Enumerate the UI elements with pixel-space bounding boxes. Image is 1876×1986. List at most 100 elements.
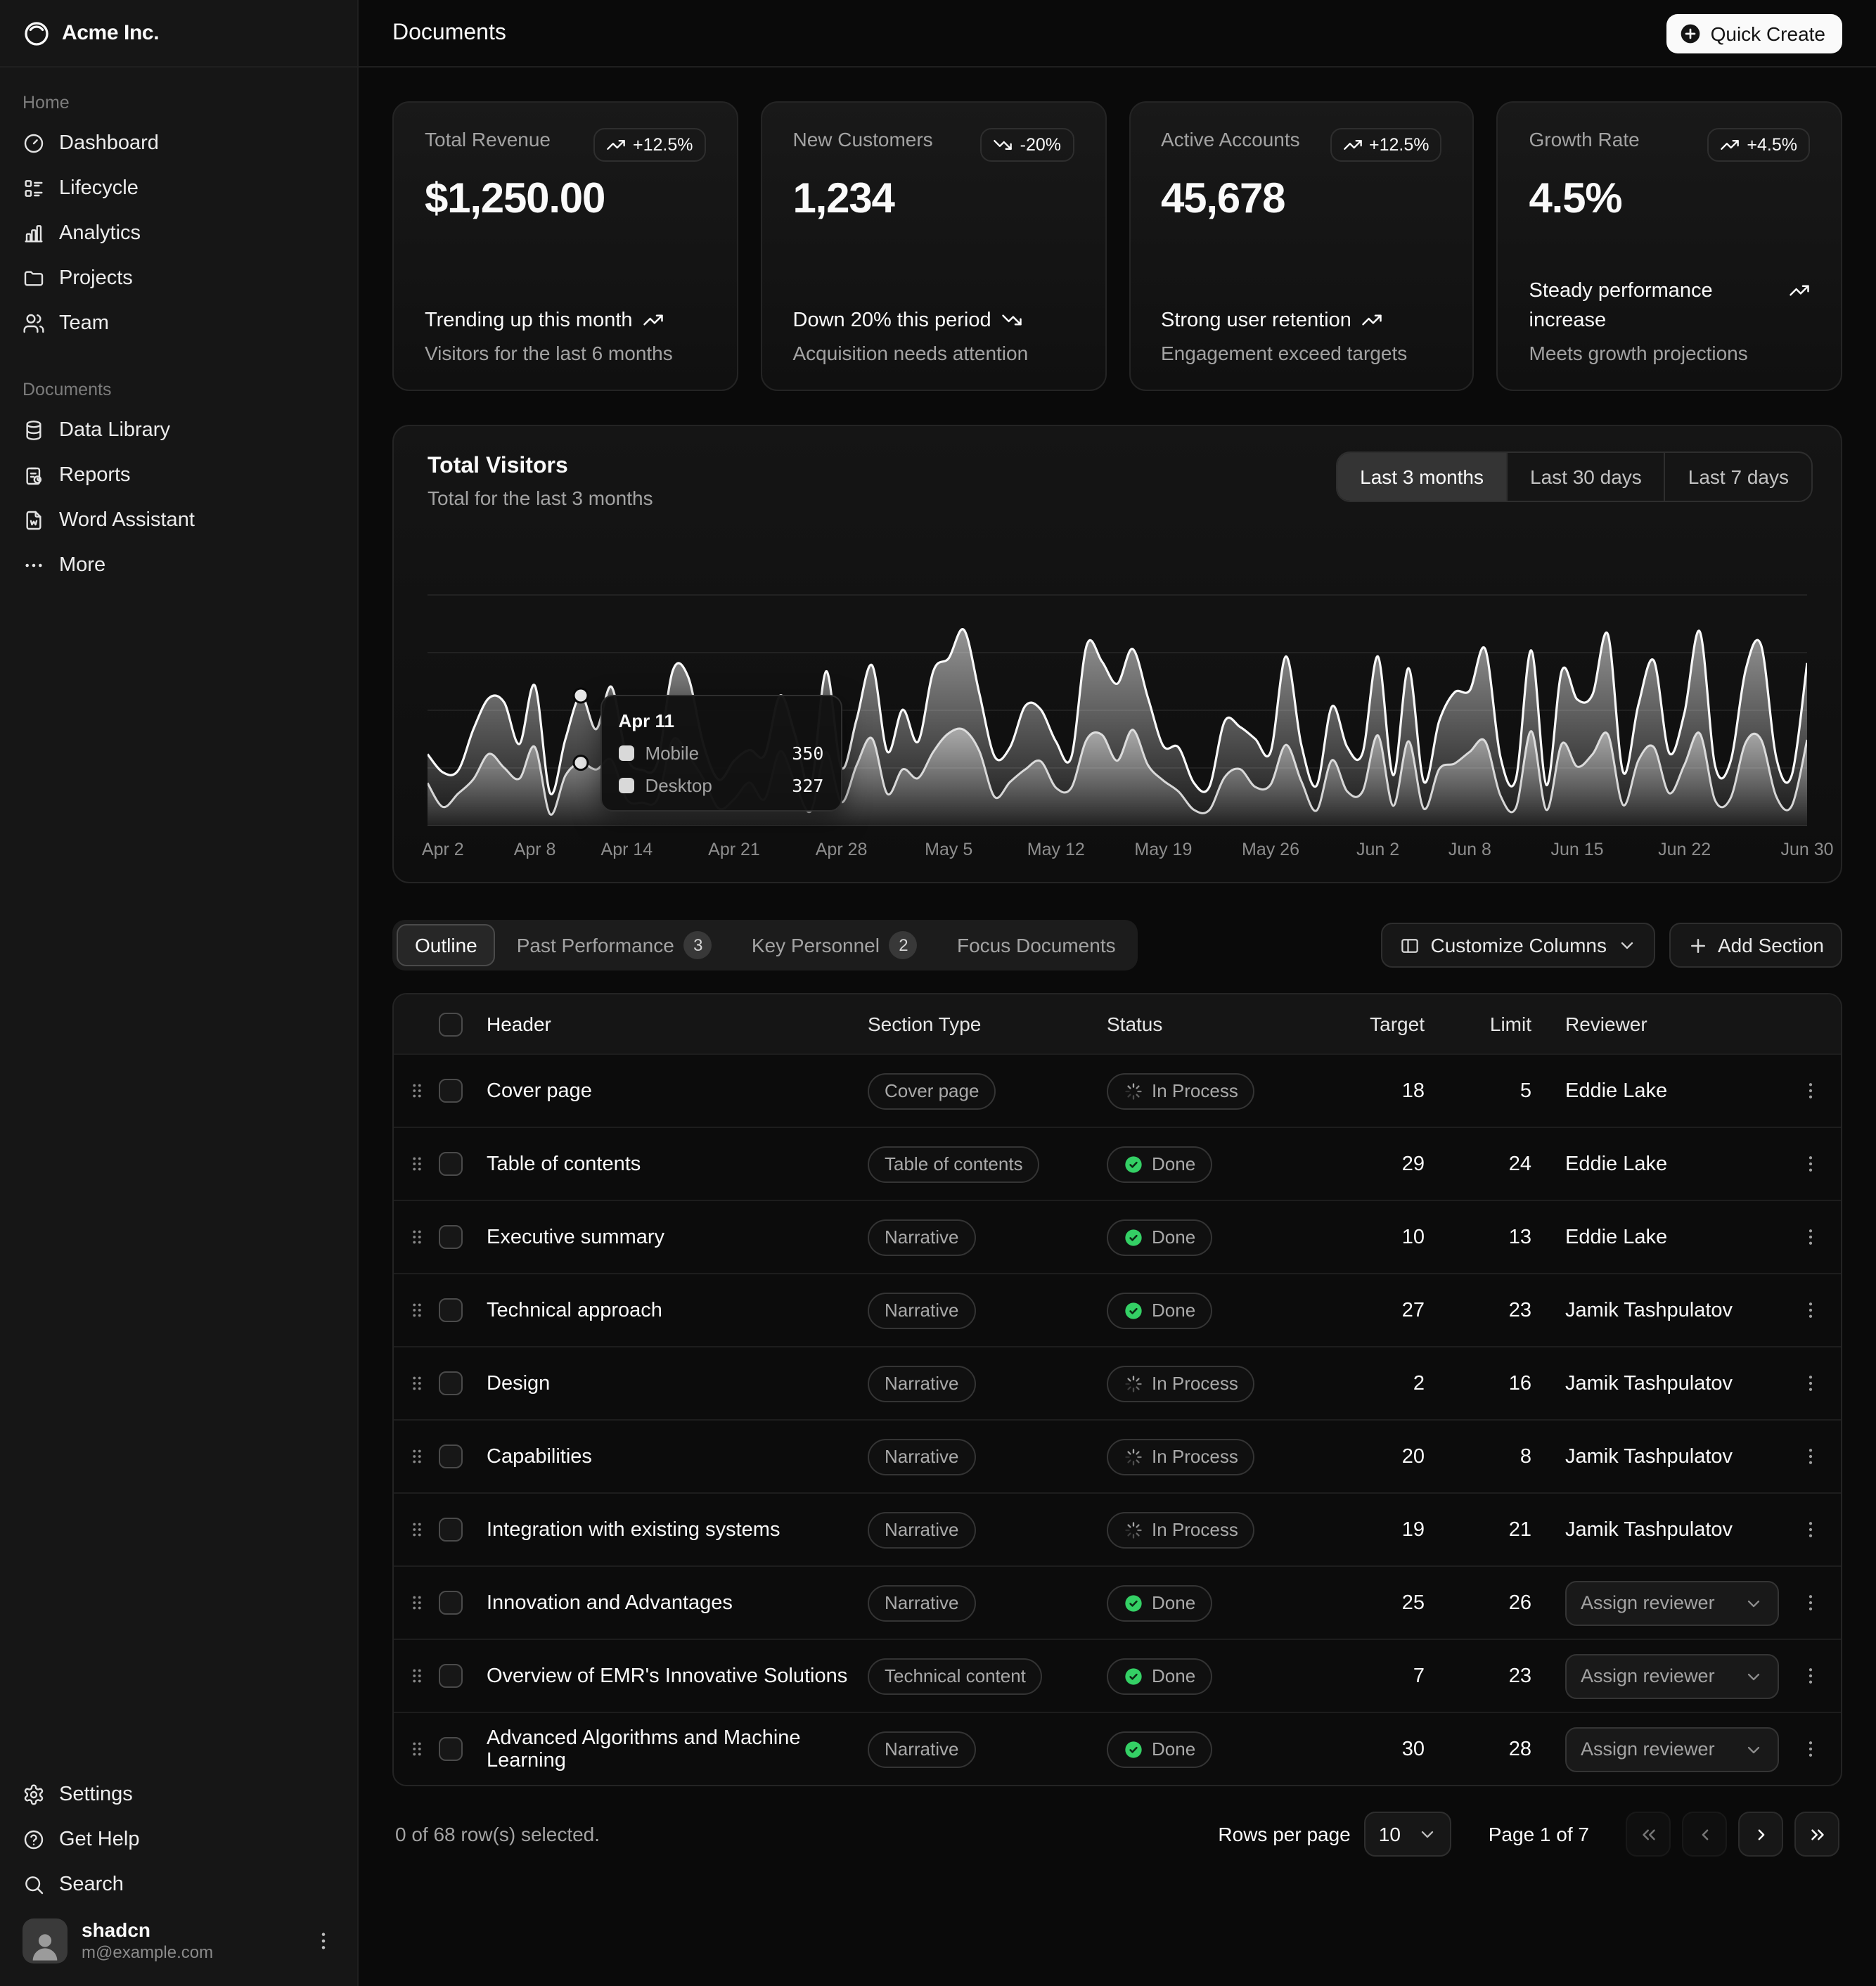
row-limit: 23 (1425, 1299, 1531, 1321)
ellipsis-vertical-icon[interactable] (312, 1930, 335, 1952)
table-row[interactable]: Advanced Algorithms and Machine Learning… (394, 1712, 1841, 1785)
row-actions-button[interactable] (1790, 1729, 1830, 1769)
loader-icon (1124, 1081, 1143, 1101)
user-menu[interactable]: shadcn m@example.com (11, 1907, 346, 1975)
drag-handle-icon[interactable] (394, 1226, 439, 1248)
sidebar-item-lifecycle[interactable]: Lifecycle (11, 166, 346, 211)
assign-reviewer-select[interactable]: Assign reviewer (1565, 1580, 1779, 1625)
table-row[interactable]: Innovation and AdvantagesNarrativeDone25… (394, 1565, 1841, 1639)
table-row[interactable]: Technical approachNarrativeDone2723Jamik… (394, 1273, 1841, 1346)
drag-handle-icon[interactable] (394, 1153, 439, 1174)
sidebar-item-reports[interactable]: Reports (11, 453, 346, 498)
sidebar-item-projects[interactable]: Projects (11, 256, 346, 301)
visitors-chart[interactable]: Apr 11 Mobile350Desktop327 (428, 537, 1807, 826)
previous-page-button[interactable] (1682, 1812, 1727, 1857)
first-page-button[interactable] (1626, 1812, 1671, 1857)
row-actions-button[interactable] (1790, 1583, 1830, 1622)
sidebar-header[interactable]: Acme Inc. (0, 0, 357, 68)
reviewer-name: Eddie Lake (1565, 1226, 1667, 1248)
select-all-checkbox[interactable] (439, 1012, 463, 1036)
assign-reviewer-label: Assign reviewer (1581, 1738, 1715, 1760)
gear-icon (23, 1783, 45, 1805)
row-actions-button[interactable] (1790, 1656, 1830, 1696)
sidebar-item-data-library[interactable]: Data Library (11, 408, 346, 453)
quick-create-button[interactable]: Quick Create (1667, 13, 1842, 53)
sidebar-item-analytics[interactable]: Analytics (11, 211, 346, 256)
table-row[interactable]: Overview of EMR's Innovative SolutionsTe… (394, 1639, 1841, 1712)
status-badge: Done (1107, 1731, 1212, 1767)
assign-reviewer-select[interactable]: Assign reviewer (1565, 1653, 1779, 1698)
table-row[interactable]: DesignNarrativeIn Process216Jamik Tashpu… (394, 1346, 1841, 1419)
x-tick-label: Jun 30 (1780, 840, 1833, 859)
drag-handle-icon[interactable] (394, 1446, 439, 1467)
range-last-7-days[interactable]: Last 7 days (1664, 453, 1811, 501)
drag-handle-icon[interactable] (394, 1738, 439, 1760)
next-page-button[interactable] (1738, 1812, 1783, 1857)
table-row[interactable]: CapabilitiesNarrativeIn Process208Jamik … (394, 1419, 1841, 1492)
drag-handle-icon[interactable] (394, 1373, 439, 1394)
reviewer-name: Jamik Tashpulatov (1565, 1372, 1733, 1395)
row-checkbox[interactable] (439, 1152, 463, 1176)
row-target: 27 (1318, 1299, 1425, 1321)
table-row[interactable]: Cover pageCover pageIn Process185Eddie L… (394, 1053, 1841, 1127)
tab-key-personnel[interactable]: Key Personnel2 (733, 924, 936, 966)
row-actions-button[interactable] (1790, 1437, 1830, 1476)
acme-logo-icon (23, 19, 51, 47)
row-checkbox[interactable] (439, 1444, 463, 1468)
row-checkbox[interactable] (439, 1298, 463, 1322)
row-actions-button[interactable] (1790, 1290, 1830, 1330)
status-badge: Done (1107, 1292, 1212, 1328)
trend-down-icon (1001, 309, 1022, 331)
range-toggle: Last 3 monthsLast 30 daysLast 7 days (1336, 451, 1813, 502)
drag-handle-icon[interactable] (394, 1592, 439, 1613)
customize-columns-button[interactable]: Customize Columns (1381, 923, 1655, 968)
table-row[interactable]: Integration with existing systemsNarrati… (394, 1492, 1841, 1565)
last-page-button[interactable] (1794, 1812, 1839, 1857)
x-tick-label: Apr 8 (514, 840, 556, 859)
sidebar-item-more[interactable]: More (11, 543, 346, 588)
row-checkbox[interactable] (439, 1518, 463, 1542)
row-actions-button[interactable] (1790, 1510, 1830, 1549)
table-row[interactable]: Table of contentsTable of contentsDone29… (394, 1127, 1841, 1200)
row-checkbox[interactable] (439, 1371, 463, 1395)
table-row[interactable]: Executive summaryNarrativeDone1013Eddie … (394, 1200, 1841, 1273)
x-axis-labels: Apr 2Apr 8Apr 14Apr 21Apr 28May 5May 12M… (428, 834, 1807, 868)
add-section-button[interactable]: Add Section (1669, 923, 1842, 968)
drag-handle-icon[interactable] (394, 1300, 439, 1321)
range-last-3-months[interactable]: Last 3 months (1337, 453, 1506, 501)
sidebar-item-label: Word Assistant (59, 509, 195, 532)
sidebar-item-word-assistant[interactable]: Word Assistant (11, 498, 346, 543)
series-swatch-icon (618, 745, 634, 761)
sidebar-item-settings[interactable]: Settings (11, 1772, 346, 1817)
section-type-label: Narrative (885, 1446, 959, 1467)
rows-per-page-select[interactable]: 10 (1365, 1812, 1452, 1857)
drag-handle-icon[interactable] (394, 1665, 439, 1686)
sidebar-item-label: Search (59, 1873, 124, 1895)
sidebar-item-get-help[interactable]: Get Help (11, 1817, 346, 1862)
sidebar-item-team[interactable]: Team (11, 301, 346, 346)
sidebar-item-dashboard[interactable]: Dashboard (11, 121, 346, 166)
row-limit: 26 (1425, 1591, 1531, 1614)
row-checkbox[interactable] (439, 1079, 463, 1103)
tab-past-performance[interactable]: Past Performance3 (499, 924, 731, 966)
tab-outline[interactable]: Outline (397, 924, 496, 966)
col-limit: Limit (1425, 1013, 1531, 1035)
range-last-30-days[interactable]: Last 30 days (1506, 453, 1664, 501)
row-actions-button[interactable] (1790, 1364, 1830, 1403)
row-checkbox[interactable] (439, 1737, 463, 1761)
row-actions-button[interactable] (1790, 1144, 1830, 1184)
tab-focus-documents[interactable]: Focus Documents (939, 924, 1134, 966)
drag-handle-icon[interactable] (394, 1080, 439, 1101)
row-actions-button[interactable] (1790, 1071, 1830, 1110)
drag-handle-icon[interactable] (394, 1519, 439, 1540)
row-checkbox[interactable] (439, 1591, 463, 1615)
row-actions-button[interactable] (1790, 1217, 1830, 1257)
row-checkbox[interactable] (439, 1664, 463, 1688)
assign-reviewer-select[interactable]: Assign reviewer (1565, 1726, 1779, 1772)
section-type-label: Technical content (885, 1665, 1026, 1686)
x-tick-label: Apr 21 (708, 840, 760, 859)
row-checkbox[interactable] (439, 1225, 463, 1249)
loader-icon (1124, 1447, 1143, 1466)
x-tick-label: May 19 (1134, 840, 1192, 859)
sidebar-item-search[interactable]: Search (11, 1862, 346, 1907)
